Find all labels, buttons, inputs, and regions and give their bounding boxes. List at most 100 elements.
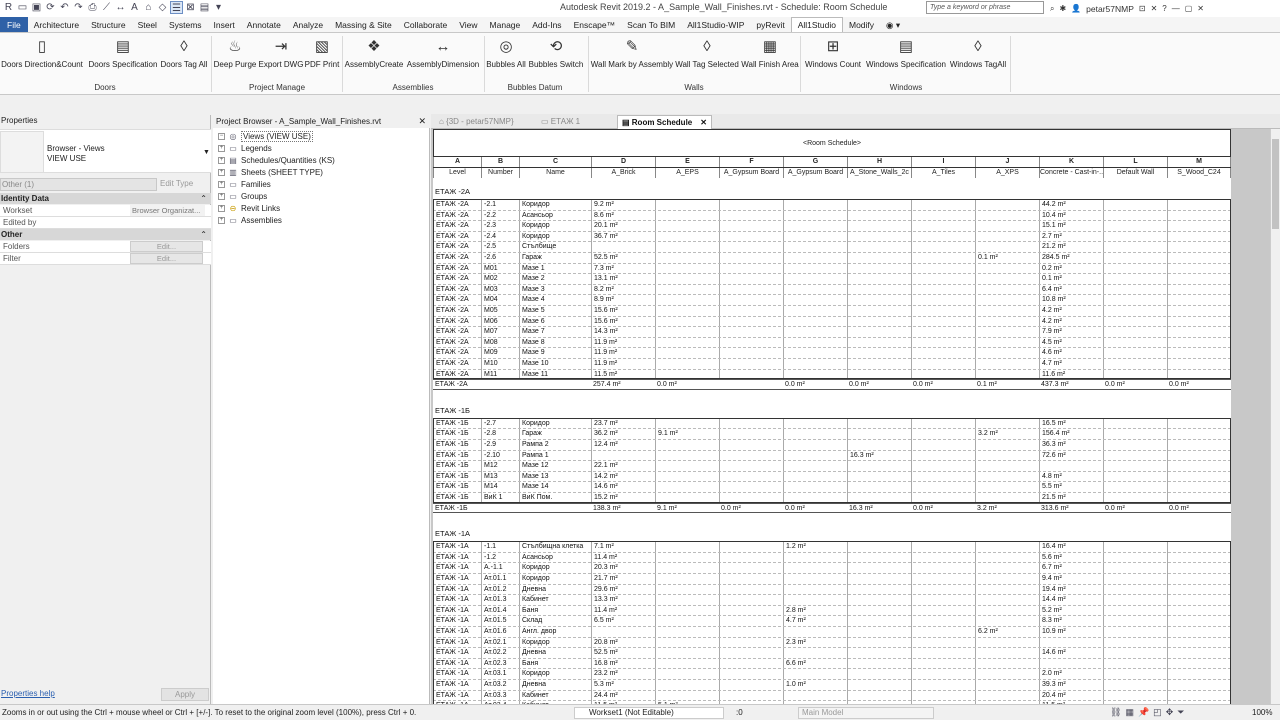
close-hidden-icon[interactable]: ⊠ bbox=[184, 1, 197, 14]
browser-node[interactable]: + ▤ Schedules/Quantities (KS) bbox=[218, 154, 335, 166]
table-cell[interactable] bbox=[519, 380, 591, 391]
tab-architecture[interactable]: Architecture bbox=[28, 17, 85, 32]
schedule-header-cell[interactable]: A_Gypsum Board bbox=[719, 168, 783, 178]
browser-node[interactable]: + ▭ Assemblies bbox=[218, 214, 282, 226]
schedule-header-cell[interactable]: A_Tiles bbox=[911, 168, 975, 178]
schedule-header-cell[interactable]: L bbox=[1103, 157, 1167, 167]
tab-insert[interactable]: Insert bbox=[208, 17, 241, 32]
select-links-icon[interactable]: ⛓ bbox=[1110, 707, 1121, 718]
schedule-header-cell[interactable]: D bbox=[591, 157, 655, 167]
edit-type-button[interactable]: Edit Type bbox=[160, 179, 193, 188]
exchange-icon[interactable]: ✕ bbox=[1151, 4, 1158, 13]
expand-icon[interactable]: + bbox=[218, 192, 225, 200]
table-row[interactable]: ЕТАЖ -2А -2.4 Коридор 36.7 m² 2.7 m² bbox=[433, 230, 1231, 243]
schedule-header-cell[interactable]: A_EPS bbox=[655, 168, 719, 178]
collapse-icon[interactable]: ⌃ bbox=[200, 229, 207, 240]
table-row[interactable]: ЕТАЖ -1А Ат.01.5 Склад 6.5 m² 4.7 m² 8.3 m² bbox=[433, 615, 1231, 627]
filter-icon[interactable]: ⏷ bbox=[1177, 707, 1184, 718]
table-cell[interactable]: 0.0 m² bbox=[911, 380, 975, 391]
tab-all1studio-wip[interactable]: All1Studio-WIP bbox=[681, 17, 750, 32]
schedule-header-cell[interactable]: A_XPS bbox=[975, 168, 1039, 178]
close-icon[interactable]: ✕ bbox=[418, 115, 426, 128]
table-row[interactable]: ЕТАЖ -2А М07 Мазе 7 14.3 m² 7.9 m² bbox=[433, 326, 1231, 338]
schedule-header-cell[interactable]: A_Gypsum Board bbox=[783, 168, 847, 178]
schedule-group-header[interactable]: ЕТАЖ -1А bbox=[433, 528, 1231, 540]
table-cell[interactable]: 0.1 m² bbox=[975, 380, 1039, 391]
schedule-header-cell[interactable]: Name bbox=[519, 168, 591, 178]
scrollbar-thumb[interactable] bbox=[1272, 139, 1279, 229]
windows-tagall-button[interactable]: ◊ Windows TagAll bbox=[918, 37, 1038, 69]
table-cell[interactable]: 0.0 m² bbox=[783, 504, 847, 515]
expand-icon[interactable]: + bbox=[218, 204, 225, 212]
schedule-group-header[interactable]: ЕТАЖ -1Б bbox=[433, 404, 1231, 416]
schedule-header-cell[interactable]: E bbox=[655, 157, 719, 167]
filter-edit-button[interactable]: Edit... bbox=[130, 253, 203, 264]
contextual-tab-toggle-icon[interactable]: ◉ ▾ bbox=[880, 17, 906, 32]
table-row[interactable]: ЕТАЖ -1А -1.2 Асансьор 11.4 m² 5.6 m² bbox=[433, 551, 1231, 564]
editing-requests[interactable]: :0 bbox=[736, 708, 743, 717]
tab-collaborate[interactable]: Collaborate bbox=[398, 17, 453, 32]
switch-windows-icon[interactable]: ▤ bbox=[198, 1, 211, 14]
table-cell[interactable]: 0.0 m² bbox=[847, 380, 911, 391]
tab-analyze[interactable]: Analyze bbox=[287, 17, 329, 32]
expand-icon[interactable]: + bbox=[218, 168, 225, 176]
tab-systems[interactable]: Systems bbox=[163, 17, 208, 32]
schedule-header-cell[interactable]: B bbox=[481, 157, 519, 167]
schedule-header-cell[interactable]: I bbox=[911, 157, 975, 167]
section-identity-data[interactable]: Identity Data ⌃ bbox=[0, 193, 211, 204]
properties-help-link[interactable]: Properties help bbox=[1, 689, 55, 698]
table-row[interactable]: ЕТАЖ -1Б М14 Мазе 14 14.6 m² 5.5 m² bbox=[433, 481, 1231, 493]
workset-selector[interactable]: Workset1 (Not Editable) bbox=[574, 707, 724, 719]
table-row[interactable]: ЕТАЖ -2А -2.6 Гараж 52.5 m² 0.1 m² 284.5 m² bbox=[433, 252, 1231, 264]
tab-scan-to-bim[interactable]: Scan To BIM bbox=[621, 17, 681, 32]
tab-modify[interactable]: Modify bbox=[843, 17, 880, 32]
schedule-header-cell[interactable]: J bbox=[975, 157, 1039, 167]
table-cell[interactable]: 0.0 m² bbox=[1167, 380, 1231, 391]
schedule-header-cell[interactable]: A bbox=[433, 157, 481, 167]
browser-node[interactable]: + ▭ Groups bbox=[218, 190, 267, 202]
browser-node[interactable]: − ◎ Views (VIEW USE) bbox=[218, 130, 313, 142]
3d-view-icon[interactable]: ⌂ bbox=[142, 1, 155, 14]
table-row[interactable]: ЕТАЖ -2А М01 Мазе 1 7.3 m² 0.2 m² bbox=[433, 262, 1231, 275]
table-cell[interactable]: 0.0 m² bbox=[911, 504, 975, 515]
table-cell[interactable]: 9.1 m² bbox=[655, 504, 719, 515]
drag-elements-icon[interactable]: ✥ bbox=[1166, 707, 1174, 718]
chevron-down-icon[interactable]: ▼ bbox=[203, 149, 210, 156]
table-row[interactable]: ЕТАЖ -2А М10 Мазе 10 11.9 m² 4.7 m² bbox=[433, 358, 1231, 370]
table-cell[interactable]: ЕТАЖ -1Б bbox=[433, 504, 481, 515]
expand-icon[interactable]: − bbox=[218, 132, 225, 140]
table-row[interactable]: ЕТАЖ -1Б -2.7 Коридор 23.7 m² 16.5 m² bbox=[433, 417, 1231, 430]
browser-node[interactable]: + ▭ Legends bbox=[218, 142, 272, 154]
collapse-icon[interactable]: ⌃ bbox=[200, 193, 207, 204]
table-row[interactable]: ЕТАЖ -1А Ат.03.3 Кабинет 24.4 m² 20.4 m² bbox=[433, 689, 1231, 702]
table-row[interactable]: ЕТАЖ -2А М05 Мазе 5 15.6 m² 4.2 m² bbox=[433, 305, 1231, 317]
thin-lines-icon[interactable]: ☰ bbox=[170, 1, 183, 14]
schedule-view[interactable]: <Room Schedule> A B C D E F G H I J K L M Level Number… bbox=[431, 129, 1270, 704]
close-icon[interactable]: ✕ bbox=[700, 118, 707, 127]
section-icon[interactable]: ◇ bbox=[156, 1, 169, 14]
table-cell[interactable]: 0.0 m² bbox=[719, 504, 783, 515]
schedule-group-header[interactable]: ЕТАЖ -2А bbox=[433, 186, 1231, 197]
dimension-icon[interactable]: ↔ bbox=[114, 1, 127, 14]
table-row[interactable]: ЕТАЖ -1Б -2.8 Гараж 36.2 m² 9.1 m² 3.2 m² 156.… bbox=[433, 428, 1231, 440]
tab-floor-plan[interactable]: ▭ ЕТАЖ 1 bbox=[537, 115, 584, 129]
table-cell[interactable] bbox=[719, 380, 783, 391]
table-cell[interactable]: 0.0 m² bbox=[1167, 504, 1231, 515]
table-row[interactable]: ЕТАЖ -1А Ат.02.2 Дневна 52.5 m² 14.6 m² bbox=[433, 647, 1231, 659]
schedule-total-row[interactable]: ЕТАЖ -1Б 138.3 m² 9.1 m² 0.0 m² 0.0 m² 16.3 m… bbox=[433, 502, 1231, 515]
schedule-header-cell[interactable]: A_Brick bbox=[591, 168, 655, 178]
schedule-header-cell[interactable]: K bbox=[1039, 157, 1103, 167]
tab-steel[interactable]: Steel bbox=[132, 17, 163, 32]
table-row[interactable]: ЕТАЖ -1А Ат.03.1 Коридор 23.2 m² 2.0 m² bbox=[433, 668, 1231, 680]
save-icon[interactable]: ▣ bbox=[30, 1, 43, 14]
schedule-header-cell[interactable]: Concrete - Cast-in-... bbox=[1039, 168, 1103, 178]
table-row[interactable]: ЕТАЖ -2А -2.2 Асансьор 8.6 m² 10.4 m² bbox=[433, 209, 1231, 222]
cart-icon[interactable]: ⊡ bbox=[1139, 4, 1146, 13]
schedule-header-cell[interactable]: Number bbox=[481, 168, 519, 178]
maximize-icon[interactable]: ▢ bbox=[1185, 4, 1193, 13]
table-row[interactable]: ЕТАЖ -1А Ат.01.6 Англ. двор 6.2 m² 10.9 m² bbox=[433, 626, 1231, 638]
table-row[interactable]: ЕТАЖ -1А Ат.01.1 Коридор 21.7 m² 9.4 m² bbox=[433, 573, 1231, 585]
table-cell[interactable]: 3.2 m² bbox=[975, 504, 1039, 515]
select-underlay-icon[interactable]: ▦ bbox=[1125, 707, 1134, 718]
tab-enscape[interactable]: Enscape™ bbox=[568, 17, 622, 32]
